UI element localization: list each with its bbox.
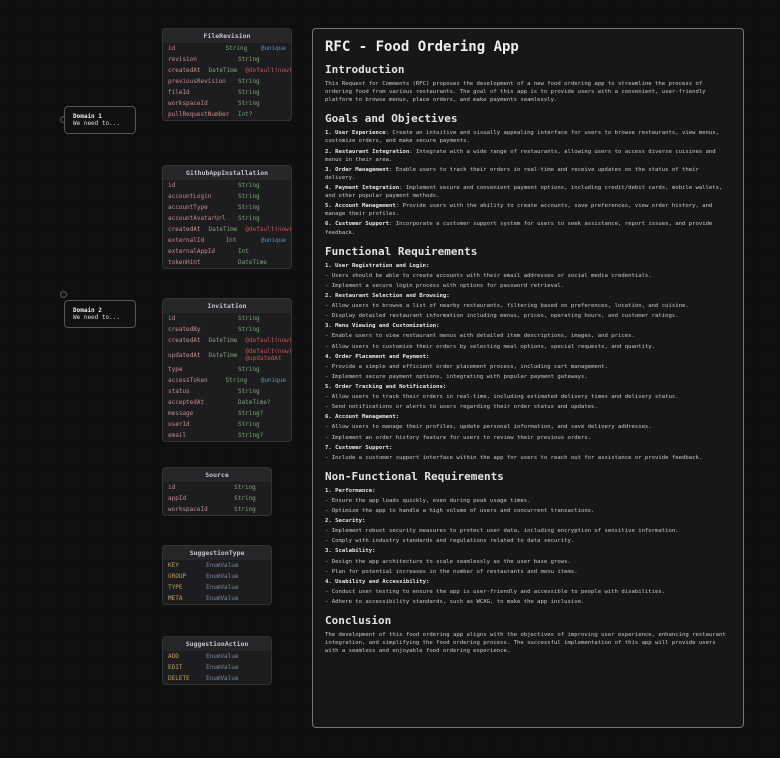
table-row: emailString? — [163, 430, 291, 441]
table-body: idStringcreatedByStringcreatedAtDateTime… — [163, 313, 291, 441]
table-body: idStringaccountLoginStringaccountTypeStr… — [163, 180, 291, 268]
node-handle[interactable] — [60, 291, 67, 298]
table-row: updatedAtDateTime@default(now()) @update… — [163, 346, 291, 364]
node-sub: We need to... — [73, 314, 127, 321]
enum-suggestiontype[interactable]: SuggestionType KEYEnumValueGROUPEnumValu… — [162, 545, 272, 605]
enum-row: EDITEnumValue — [163, 662, 271, 673]
table-header: SuggestionAction — [163, 637, 271, 651]
table-githubappinstallation[interactable]: GithubAppInstallation idStringaccountLog… — [162, 165, 292, 269]
table-row: createdAtDateTime@default(now()) — [163, 65, 291, 76]
doc-heading: Non-Functional Requirements — [325, 470, 731, 483]
doc-title: RFC - Food Ordering App — [325, 39, 731, 55]
doc-heading: Conclusion — [325, 614, 731, 627]
table-body: idStringappIdStringworkspaceIdString — [163, 482, 271, 515]
table-row: acceptedAtDateTime? — [163, 397, 291, 408]
enum-row: TYPEEnumValue — [163, 582, 271, 593]
table-filerevision[interactable]: FileRevision idString@uniquerevisionStri… — [162, 28, 292, 121]
table-row: idString@unique — [163, 43, 291, 54]
enum-suggestionaction[interactable]: SuggestionAction ADDEnumValueEDITEnumVal… — [162, 636, 272, 685]
table-header: SuggestionType — [163, 546, 271, 560]
doc-heading: Goals and Objectives — [325, 112, 731, 125]
node-domain-1[interactable]: Domain 1 We need to... — [64, 106, 136, 134]
node-title: Domain 1 — [73, 113, 127, 120]
table-header: FileRevision — [163, 29, 291, 43]
rfc-document[interactable]: RFC - Food Ordering App IntroductionThis… — [312, 28, 744, 728]
table-row: pullRequestNumberInt? — [163, 109, 291, 120]
table-row: createdAtDateTime@default(now()) — [163, 335, 291, 346]
table-row: workspaceIdString — [163, 504, 271, 515]
table-row: externalAppIdInt — [163, 246, 291, 257]
table-row: createdAtDateTime@default(now()) — [163, 224, 291, 235]
node-sub: We need to... — [73, 120, 127, 127]
table-row: messageString? — [163, 408, 291, 419]
table-row: idString — [163, 180, 291, 191]
table-row: workspaceIdString — [163, 98, 291, 109]
table-source[interactable]: Source idStringappIdStringworkspaceIdStr… — [162, 467, 272, 516]
table-row: externalIdInt@unique — [163, 235, 291, 246]
table-row: fileIdString — [163, 87, 291, 98]
enum-row: METAEnumValue — [163, 593, 271, 604]
table-row: accountLoginString — [163, 191, 291, 202]
table-body: idString@uniquerevisionStringcreatedAtDa… — [163, 43, 291, 120]
table-row: idString — [163, 482, 271, 493]
table-row: typeString — [163, 364, 291, 375]
enum-row: DELETEEnumValue — [163, 673, 271, 684]
table-row: accountAvatarUrlString — [163, 213, 291, 224]
table-row: statusString — [163, 386, 291, 397]
node-domain-2[interactable]: Domain 2 We need to... — [64, 300, 136, 328]
doc-heading: Introduction — [325, 63, 731, 76]
table-body: ADDEnumValueEDITEnumValueDELETEEnumValue — [163, 651, 271, 684]
enum-row: ADDEnumValue — [163, 651, 271, 662]
table-row: idString — [163, 313, 291, 324]
enum-row: KEYEnumValue — [163, 560, 271, 571]
table-row: tokenHintDateTime — [163, 257, 291, 268]
doc-body: IntroductionThis Request for Comments (R… — [325, 63, 731, 655]
table-row: accountTypeString — [163, 202, 291, 213]
enum-row: GROUPEnumValue — [163, 571, 271, 582]
table-invitation[interactable]: Invitation idStringcreatedByStringcreate… — [162, 298, 292, 442]
table-header: Source — [163, 468, 271, 482]
table-row: accessTokenString@unique — [163, 375, 291, 386]
table-header: GithubAppInstallation — [163, 166, 291, 180]
table-row: appIdString — [163, 493, 271, 504]
table-row: revisionString — [163, 54, 291, 65]
node-title: Domain 2 — [73, 307, 127, 314]
table-body: KEYEnumValueGROUPEnumValueTYPEEnumValueM… — [163, 560, 271, 604]
table-row: createdByString — [163, 324, 291, 335]
table-header: Invitation — [163, 299, 291, 313]
doc-heading: Functional Requirements — [325, 245, 731, 258]
table-row: previousRevisionString — [163, 76, 291, 87]
table-row: userIdString — [163, 419, 291, 430]
